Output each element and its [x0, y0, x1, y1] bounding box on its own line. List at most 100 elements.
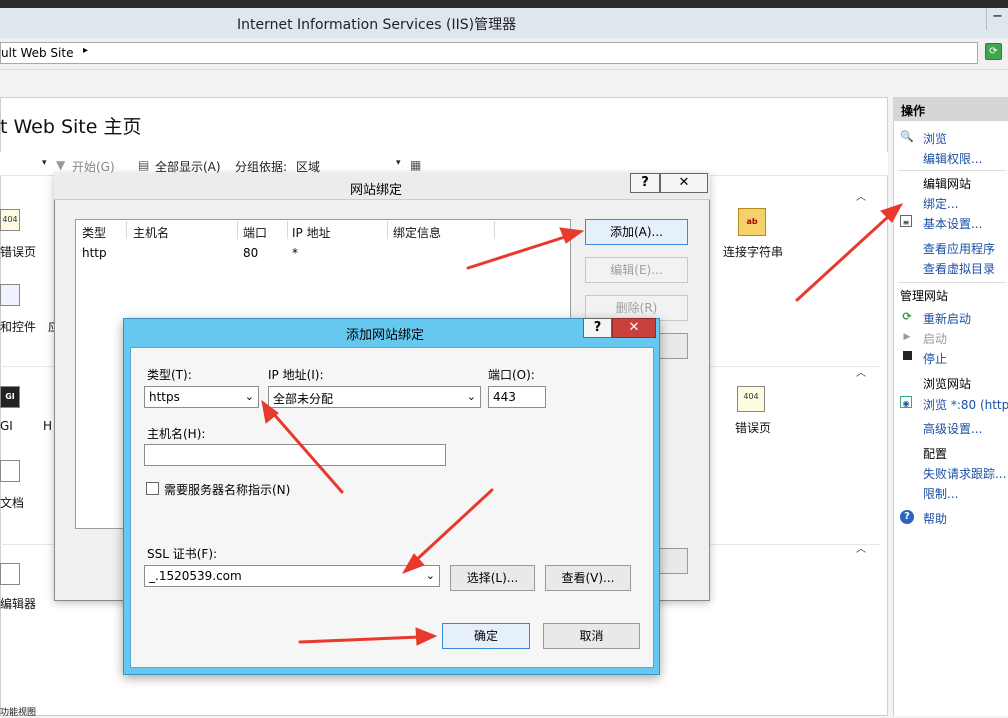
- chevron-right-icon[interactable]: ▸: [83, 45, 88, 56]
- binding-type-cell[interactable]: http: [82, 246, 107, 260]
- view-mode-icon[interactable]: ▦: [410, 158, 421, 172]
- ssl-certificate-value: _.1520539.com: [149, 569, 242, 583]
- breadcrumb[interactable]: ult Web Site: [1, 46, 73, 60]
- column-header-port[interactable]: 端口: [243, 224, 267, 241]
- browse-port-80-link[interactable]: 浏览 *:80 (http): [923, 396, 1008, 413]
- feature-label[interactable]: GI: [0, 419, 13, 433]
- feature-label[interactable]: 和控件: [0, 318, 36, 335]
- ip-select[interactable]: 全部未分配 ⌄: [268, 386, 481, 408]
- filter-dropdown-icon[interactable]: ▾: [42, 158, 47, 168]
- type-label: 类型(T):: [147, 368, 192, 382]
- column-header-ip[interactable]: IP 地址: [292, 224, 331, 241]
- browse-site-header: 浏览网站: [923, 377, 972, 391]
- funnel-icon[interactable]: ▼: [56, 158, 65, 172]
- binding-port-cell[interactable]: 80: [243, 246, 258, 260]
- close-icon[interactable]: ✕: [660, 173, 708, 193]
- start-link[interactable]: 启动: [923, 330, 947, 347]
- column-divider[interactable]: [287, 221, 288, 239]
- feature-label[interactable]: 文档: [0, 494, 24, 511]
- error-page-icon[interactable]: 404: [737, 386, 765, 412]
- ok-button[interactable]: 确定: [442, 623, 530, 649]
- restart-icon: ⟳: [902, 310, 912, 323]
- cgi-icon[interactable]: GI: [0, 386, 20, 408]
- ip-value: 全部未分配: [273, 392, 334, 406]
- window-title: Internet Information Services (IIS)管理器: [237, 17, 517, 33]
- error-page-icon[interactable]: 404: [0, 209, 20, 231]
- chevron-down-icon[interactable]: ⌄: [426, 569, 435, 582]
- collapse-icon[interactable]: ︿: [856, 540, 866, 555]
- actions-header: 操作: [893, 97, 1008, 121]
- feature-label[interactable]: 连接字符串: [723, 243, 783, 260]
- page-title: t Web Site 主页: [0, 116, 142, 138]
- stop-link[interactable]: 停止: [923, 350, 947, 367]
- host-label: 主机名(H):: [147, 427, 206, 441]
- settings-icon: ≡: [900, 215, 912, 227]
- edit-permissions-link[interactable]: 编辑权限...: [923, 150, 982, 167]
- view-certificate-button[interactable]: 查看(V)...: [545, 565, 631, 591]
- column-header-host[interactable]: 主机名: [133, 224, 169, 241]
- help-button[interactable]: ?: [630, 173, 660, 193]
- failed-request-tracing-link[interactable]: 失败请求跟踪...: [923, 465, 1006, 482]
- config-header: 配置: [923, 447, 948, 461]
- binding-ip-cell[interactable]: *: [292, 246, 298, 260]
- help-button[interactable]: ?: [583, 318, 612, 338]
- address-input[interactable]: ult Web Site ▸: [0, 42, 978, 64]
- ssl-certificate-select[interactable]: _.1520539.com ⌄: [144, 565, 440, 587]
- type-select[interactable]: https ⌄: [144, 386, 259, 408]
- chevron-down-icon[interactable]: ▾: [396, 158, 401, 168]
- column-divider[interactable]: [387, 221, 388, 239]
- window-titlebar: Internet Information Services (IIS)管理器: [0, 8, 1008, 38]
- help-link[interactable]: 帮助: [923, 510, 947, 527]
- bindings-link[interactable]: 绑定...: [923, 195, 958, 212]
- ssl-label: SSL 证书(F):: [147, 547, 218, 561]
- browse-icon: 🔍: [900, 130, 914, 143]
- chevron-down-icon[interactable]: ⌄: [245, 390, 254, 403]
- port-input[interactable]: 443: [488, 386, 546, 408]
- limits-link[interactable]: 限制...: [923, 485, 958, 502]
- feature-label[interactable]: 错误页: [735, 419, 771, 436]
- host-input[interactable]: [144, 444, 446, 466]
- feature-label[interactable]: H: [43, 419, 52, 433]
- type-value: https: [149, 390, 180, 404]
- add-binding-title: 添加网站绑定: [346, 328, 425, 343]
- top-strip: [0, 0, 1008, 8]
- feature-label[interactable]: 编辑器: [0, 595, 36, 612]
- sni-label[interactable]: 需要服务器名称指示(N): [164, 481, 290, 498]
- edit-binding-button[interactable]: 编辑(E)...: [585, 257, 688, 283]
- basic-settings-link[interactable]: 基本设置...: [923, 215, 982, 232]
- site-bindings-titlebar: 网站绑定: [54, 173, 710, 200]
- document-check-icon[interactable]: [0, 460, 20, 482]
- chevron-down-icon[interactable]: ⌄: [467, 390, 476, 403]
- manage-site-header: 管理网站: [900, 289, 949, 303]
- select-certificate-button[interactable]: 选择(L)...: [450, 565, 535, 591]
- controls-icon[interactable]: [0, 284, 20, 306]
- collapse-icon[interactable]: ︿: [856, 188, 866, 203]
- view-virtual-dirs-link[interactable]: 查看虚拟目录: [923, 260, 995, 277]
- close-icon[interactable]: ✕: [612, 318, 656, 338]
- feature-label[interactable]: 错误页: [0, 243, 36, 260]
- port-label: 端口(O):: [488, 368, 535, 382]
- column-divider[interactable]: [126, 221, 127, 239]
- divider: [898, 170, 1006, 171]
- editor-icon[interactable]: [0, 563, 20, 585]
- column-divider[interactable]: [494, 221, 495, 239]
- show-all-icon[interactable]: ▤: [138, 158, 149, 172]
- add-binding-button[interactable]: 添加(A)...: [585, 219, 688, 245]
- refresh-icon[interactable]: ⟳: [985, 43, 1002, 60]
- browse-link[interactable]: 浏览: [923, 130, 947, 147]
- column-header-type[interactable]: 类型: [82, 224, 106, 241]
- globe-icon: ◉: [900, 396, 912, 408]
- minimize-button[interactable]: −: [986, 8, 1008, 30]
- column-header-info[interactable]: 绑定信息: [393, 224, 441, 241]
- column-divider[interactable]: [237, 221, 238, 239]
- view-tab-label[interactable]: 功能视图: [0, 709, 36, 718]
- restart-link[interactable]: 重新启动: [923, 310, 971, 327]
- start-icon: ▶: [903, 332, 911, 342]
- sni-checkbox[interactable]: [146, 482, 159, 495]
- edit-site-header: 编辑网站: [923, 177, 972, 191]
- database-icon[interactable]: ab: [738, 208, 766, 236]
- advanced-settings-link[interactable]: 高级设置...: [923, 420, 982, 437]
- view-applications-link[interactable]: 查看应用程序: [923, 240, 995, 257]
- actions-header-label: 操作: [901, 104, 926, 118]
- cancel-button[interactable]: 取消: [543, 623, 640, 649]
